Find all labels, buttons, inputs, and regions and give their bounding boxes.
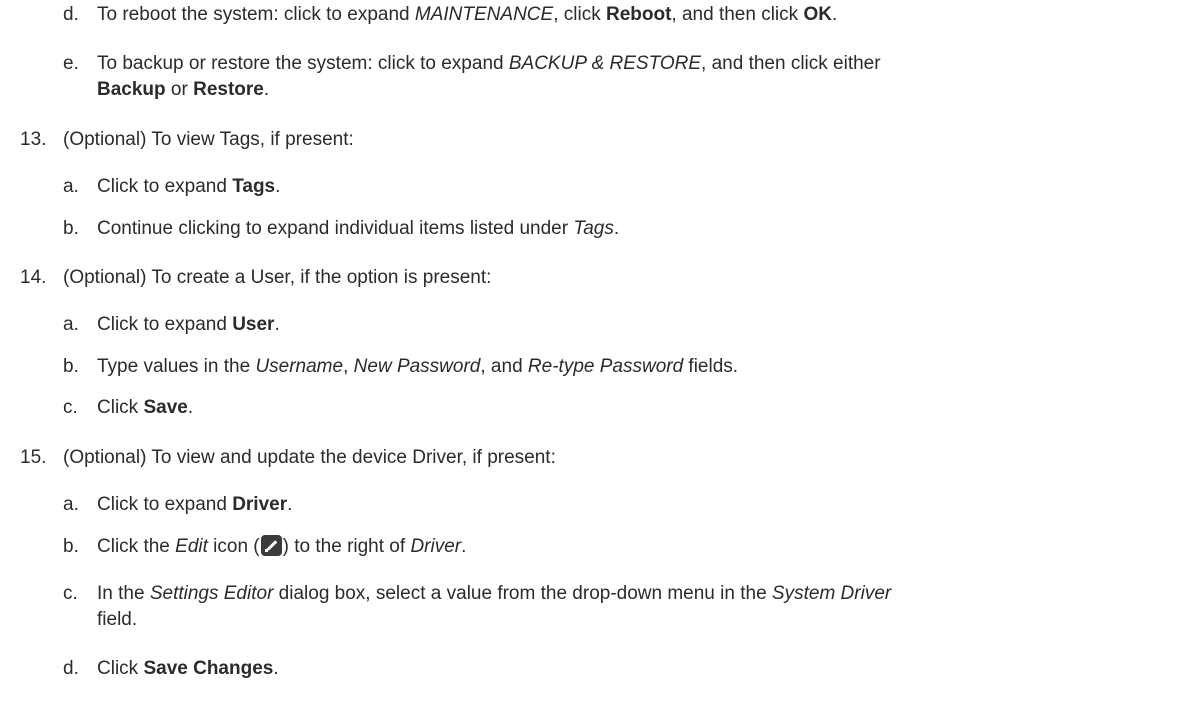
step-14c-text: Click Save. xyxy=(97,397,194,418)
step-13-number: 13. xyxy=(20,129,47,150)
step-15b-text: Click the Edit icon () to the right of D… xyxy=(97,535,467,557)
step-13b-label: b. xyxy=(63,218,79,239)
step-15-text: (Optional) To view and update the device… xyxy=(63,447,556,468)
step-14-text: (Optional) To create a User, if the opti… xyxy=(63,267,492,288)
save-term: Save xyxy=(143,397,188,418)
step-14c-label: c. xyxy=(63,397,78,418)
restore-term: Restore xyxy=(193,79,264,100)
username-term: Username xyxy=(255,356,344,377)
step-15c-label: c. xyxy=(63,583,78,604)
step-15-number: 15. xyxy=(20,447,47,468)
step-14-number: 14. xyxy=(20,267,47,288)
backup-restore-term: BACKUP & RESTORE xyxy=(508,53,702,74)
step-14a-text: Click to expand User. xyxy=(97,314,280,335)
save-changes-term: Save Changes xyxy=(143,658,274,679)
step-12d-text: To reboot the system: click to expand MA… xyxy=(97,4,838,25)
system-driver-term: System Driver xyxy=(771,583,892,604)
driver-italic-term: Driver xyxy=(410,536,462,557)
step-15c-text-line1: In the Settings Editor dialog box, selec… xyxy=(97,583,892,604)
settings-editor-term: Settings Editor xyxy=(149,583,274,604)
new-password-term: New Password xyxy=(353,356,481,377)
backup-term: Backup xyxy=(97,79,166,100)
step-12e-text-line2: Backup or Restore. xyxy=(97,79,270,100)
step-14b-label: b. xyxy=(63,356,79,377)
ok-term: OK xyxy=(803,4,832,25)
step-12d-label: d. xyxy=(63,4,79,25)
step-12e-label: e. xyxy=(63,53,79,74)
maintenance-term: MAINTENANCE xyxy=(414,4,554,25)
document-page: d. To reboot the system: click to expand… xyxy=(0,0,1180,723)
step-15c-text-line2: field. xyxy=(97,609,138,630)
step-12e-text-line1: To backup or restore the system: click t… xyxy=(97,53,881,74)
step-15d-label: d. xyxy=(63,658,79,679)
retype-password-term: Re-type Password xyxy=(527,356,684,377)
driver-term: Driver xyxy=(232,494,288,515)
edit-term: Edit xyxy=(175,536,208,557)
step-14b-text: Type values in the Username, New Passwor… xyxy=(97,356,739,377)
user-term: User xyxy=(232,314,275,335)
reboot-term: Reboot xyxy=(605,4,672,25)
edit-icon xyxy=(260,535,282,556)
step-13-text: (Optional) To view Tags, if present: xyxy=(63,129,354,150)
step-13a-label: a. xyxy=(63,176,79,197)
tags-italic-term: Tags xyxy=(573,218,614,239)
tags-term: Tags xyxy=(232,176,276,197)
step-15d-text: Click Save Changes. xyxy=(97,658,279,679)
step-14a-label: a. xyxy=(63,314,79,335)
step-15a-label: a. xyxy=(63,494,79,515)
step-13b-text: Continue clicking to expand individual i… xyxy=(97,218,620,239)
step-15b-label: b. xyxy=(63,536,79,557)
step-15a-text: Click to expand Driver. xyxy=(97,494,293,515)
step-13a-text: Click to expand Tags. xyxy=(97,176,281,197)
